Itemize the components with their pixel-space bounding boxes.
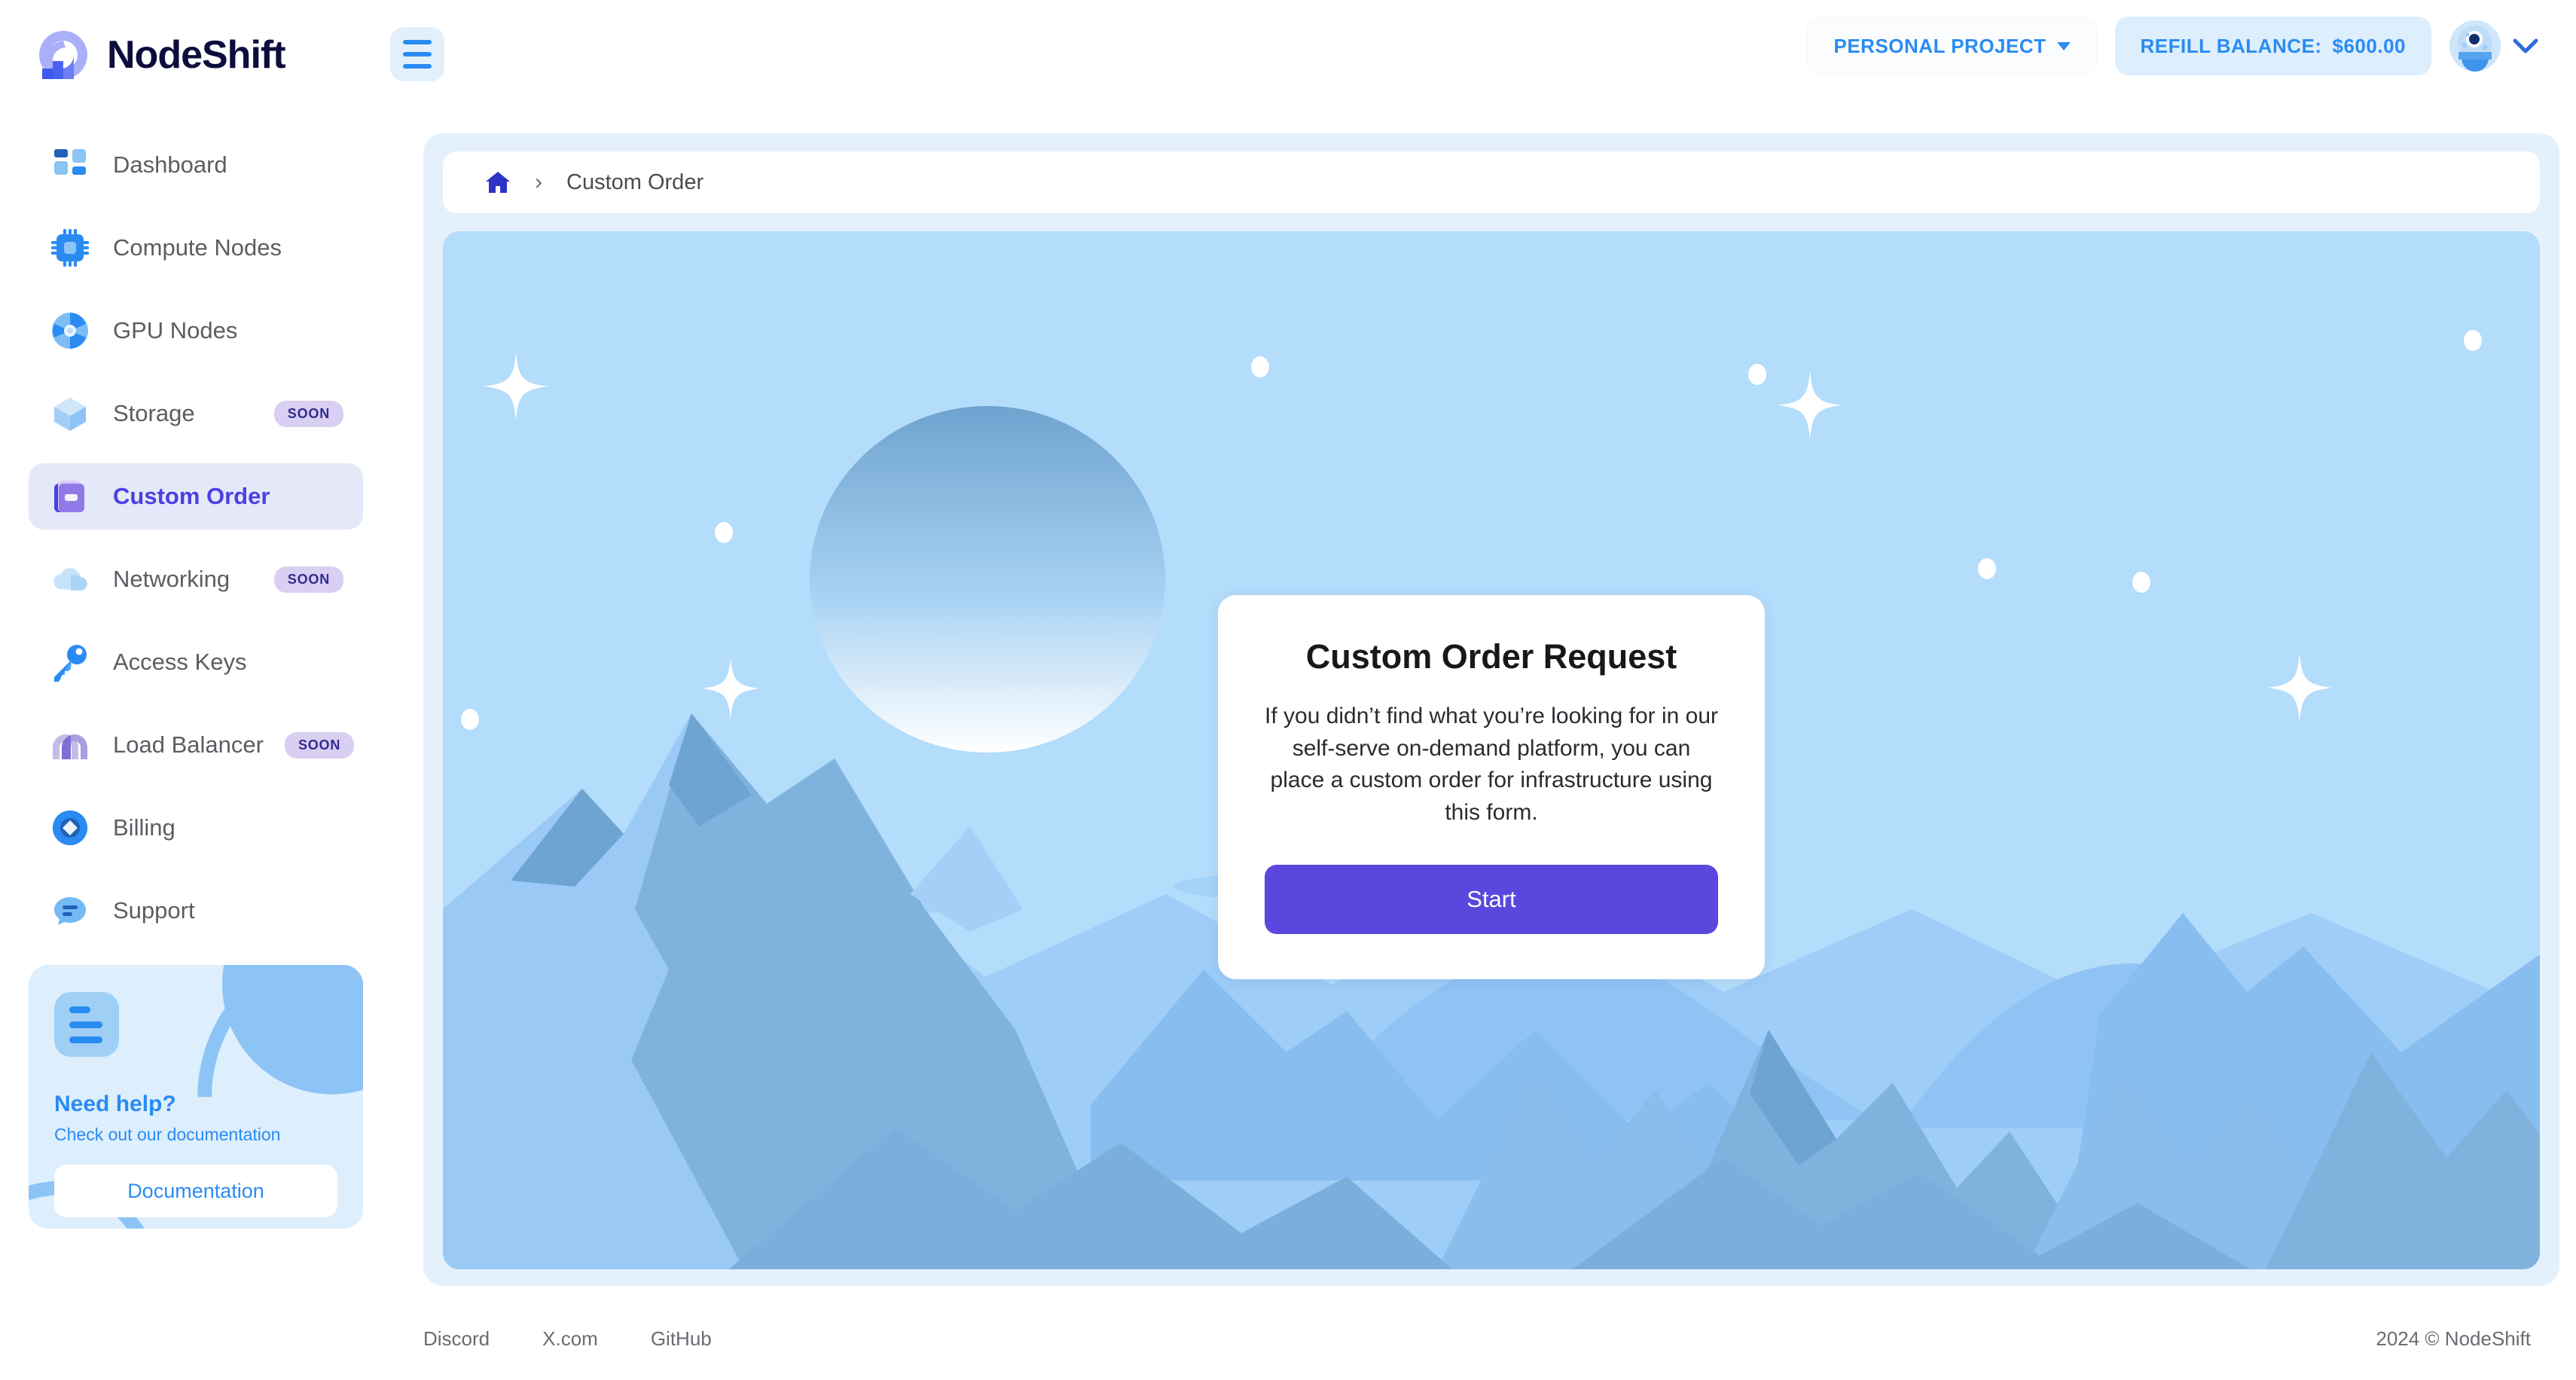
project-selector-label: PERSONAL PROJECT [1833, 34, 2046, 57]
sidebar: Dashboard Compute Nodes GPU Nodes Storag… [0, 109, 392, 1380]
start-button[interactable]: Start [1265, 865, 1718, 935]
page-title: Custom Order Request [1305, 637, 1677, 676]
footer-link-github[interactable]: GitHub [651, 1327, 712, 1351]
status-badge: SOON [273, 400, 343, 427]
sidebar-item-label: GPU Nodes [113, 317, 238, 343]
chevron-down-icon [2056, 41, 2071, 50]
breadcrumb-current: Custom Order [566, 169, 704, 194]
refill-balance-button[interactable]: REFILL BALANCE: $600.00 [2114, 17, 2431, 75]
project-selector-button[interactable]: PERSONAL PROJECT [1807, 17, 2097, 75]
documentation-button[interactable]: Documentation [54, 1165, 337, 1217]
app-root: NodeShift PERSONAL PROJECT REFILL BALANC… [0, 0, 2576, 1380]
home-icon[interactable] [485, 171, 511, 194]
sidebar-item-gpu-nodes[interactable]: GPU Nodes [29, 298, 363, 364]
sidebar-item-label: Billing [113, 814, 175, 841]
sidebar-item-custom-order[interactable]: Custom Order [29, 463, 363, 530]
dashboard-grid-icon [48, 143, 92, 187]
footer-link-discord[interactable]: Discord [423, 1327, 490, 1351]
chevron-down-icon [2513, 38, 2538, 53]
sidebar-item-networking[interactable]: Networking SOON [29, 546, 363, 612]
sidebar-item-label: Load Balancer [113, 731, 264, 758]
sidebar-item-label: Dashboard [113, 151, 227, 178]
refill-balance-amount: $600.00 [2332, 34, 2406, 57]
key-icon [48, 640, 92, 684]
sidebar-item-label: Networking [113, 566, 230, 592]
account-menu-button[interactable] [2449, 20, 2544, 72]
custom-order-doc-icon [48, 475, 92, 518]
footer-links: Discord X.com GitHub [423, 1327, 712, 1351]
sidebar-item-support[interactable]: Support [29, 878, 363, 944]
support-chat-icon [48, 889, 92, 933]
help-card-subtitle: Check out our documentation [54, 1125, 281, 1144]
sidebar-item-label: Access Keys [113, 649, 247, 675]
footer-link-xcom[interactable]: X.com [542, 1327, 598, 1351]
alien-avatar-icon [2449, 20, 2501, 72]
status-badge: SOON [284, 731, 355, 759]
sidebar-item-access-keys[interactable]: Access Keys [29, 629, 363, 695]
hero-illustration: Custom Order Request If you didn’t find … [443, 231, 2540, 1269]
brand[interactable]: NodeShift [0, 28, 392, 82]
cloud-icon [48, 557, 92, 601]
sidebar-item-label: Compute Nodes [113, 234, 282, 261]
card-description: If you didn’t find what you’re looking f… [1265, 704, 1719, 825]
help-card-title: Need help? [54, 1091, 176, 1116]
help-card: Need help? Check out our documentation D… [29, 965, 363, 1229]
sidebar-item-dashboard[interactable]: Dashboard [29, 132, 363, 198]
top-bar: NodeShift PERSONAL PROJECT REFILL BALANC… [0, 0, 2576, 109]
custom-order-card: Custom Order Request If you didn’t find … [1218, 595, 1765, 980]
brand-name: NodeShift [107, 32, 286, 77]
gpu-fan-icon [48, 309, 92, 353]
breadcrumb: › Custom Order [443, 151, 2540, 213]
sidebar-item-label: Custom Order [113, 483, 270, 509]
hamburger-menu-icon[interactable] [390, 27, 444, 81]
sidebar-item-compute-nodes[interactable]: Compute Nodes [29, 215, 363, 281]
load-balancer-icon [48, 723, 92, 767]
sidebar-item-storage[interactable]: Storage SOON [29, 380, 363, 447]
nodeshift-wave-logo-icon [36, 28, 90, 82]
footer-copyright: 2024 © NodeShift [2376, 1327, 2531, 1350]
top-bar-actions: PERSONAL PROJECT REFILL BALANCE: $600.00 [1807, 17, 2544, 75]
document-lines-icon [54, 992, 119, 1057]
storage-cube-icon [48, 392, 92, 435]
sidebar-item-load-balancer[interactable]: Load Balancer SOON [29, 712, 363, 778]
content-panel: › Custom Order Custom Order Request If y… [423, 133, 2559, 1286]
billing-gem-icon [48, 806, 92, 850]
status-badge: SOON [273, 566, 343, 593]
sidebar-nav: Dashboard Compute Nodes GPU Nodes Storag… [0, 132, 392, 944]
sidebar-item-billing[interactable]: Billing [29, 795, 363, 861]
refill-balance-label: REFILL BALANCE: [2140, 34, 2322, 57]
breadcrumb-separator: › [535, 169, 542, 194]
footer: Discord X.com GitHub 2024 © NodeShift [392, 1297, 2576, 1380]
cpu-chip-icon [48, 226, 92, 270]
main-content: › Custom Order Custom Order Request If y… [392, 109, 2576, 1380]
sidebar-item-label: Storage [113, 400, 195, 426]
sidebar-item-label: Support [113, 897, 195, 924]
